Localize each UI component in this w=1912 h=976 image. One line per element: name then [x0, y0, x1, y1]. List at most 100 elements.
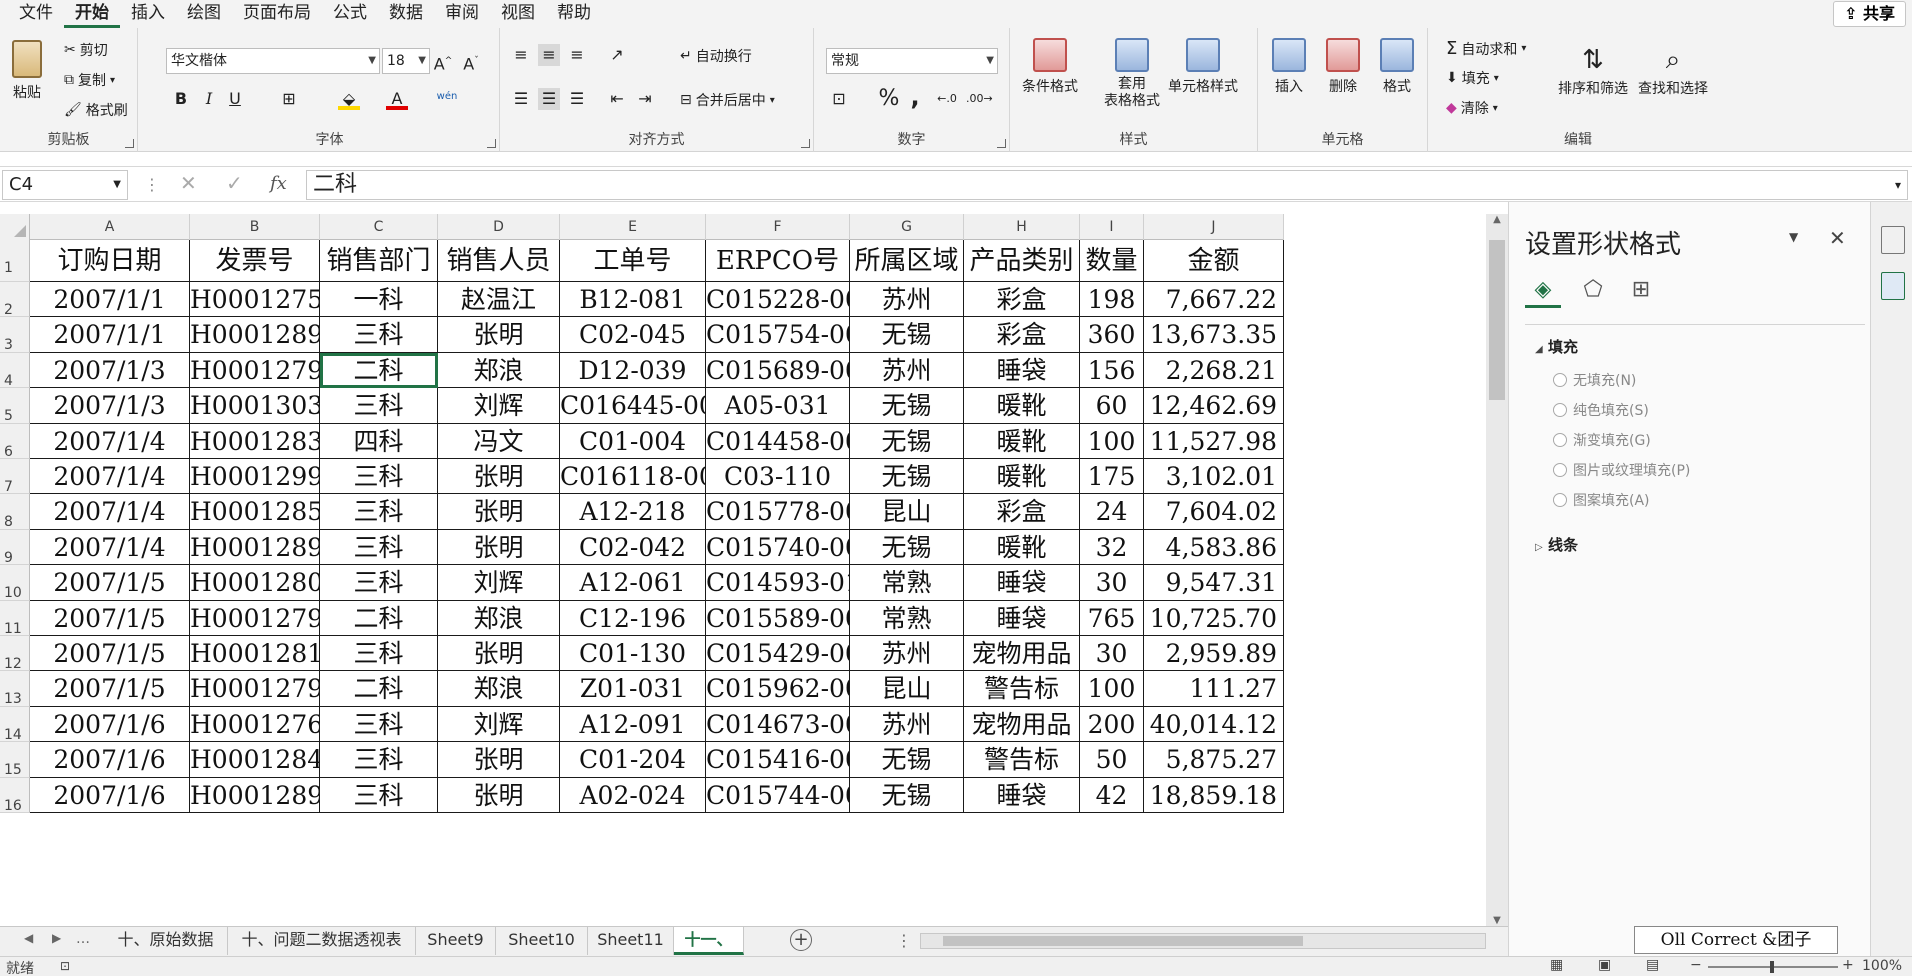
cell-styles-button[interactable]: 单元格样式 — [1168, 38, 1238, 96]
font-color-icon[interactable]: A — [386, 88, 408, 110]
table-cell[interactable]: H00012769 — [190, 706, 320, 743]
row-header[interactable]: 9 — [0, 529, 30, 566]
table-cell[interactable]: H00012845 — [190, 742, 320, 778]
table-cell[interactable]: 2007/1/6 — [30, 777, 190, 813]
table-cell[interactable]: 2,268.21 — [1144, 352, 1284, 389]
fill-option-3[interactable]: 图片或纹理填充(P) — [1553, 460, 1690, 480]
table-cell[interactable]: 刘辉 — [438, 565, 560, 601]
table-cell[interactable]: 13,673.35 — [1144, 317, 1284, 353]
table-cell[interactable]: 无锡 — [850, 388, 964, 424]
table-cell[interactable]: A05-031 — [706, 388, 850, 424]
table-cell[interactable]: 200 — [1080, 706, 1144, 743]
table-cell[interactable]: H00012792 — [190, 600, 320, 636]
table-cell[interactable]: 175 — [1080, 459, 1144, 495]
header-cell[interactable]: 金额 — [1144, 240, 1284, 282]
header-cell[interactable]: 工单号 — [560, 240, 706, 282]
row-header[interactable]: 13 — [0, 671, 30, 707]
row-header[interactable]: 16 — [0, 777, 30, 814]
table-cell[interactable]: C014593-010 — [706, 565, 850, 601]
table-cell[interactable]: 彩盒 — [964, 494, 1080, 530]
comma-button[interactable]: , — [904, 85, 926, 109]
orientation-icon[interactable]: ↗ — [606, 44, 628, 66]
horizontal-scroll-thumb[interactable] — [943, 936, 1303, 946]
table-cell[interactable]: 警告标 — [964, 742, 1080, 778]
table-cell[interactable]: C015416-001 — [706, 742, 850, 778]
table-cell[interactable]: C015429-001 — [706, 636, 850, 672]
worksheet-grid[interactable]: ABCDEFGHIJ 1 订购日期 发票号 销售部门 销售人员 工单号 ERPCO号 所属区域… — [0, 214, 1478, 926]
table-cell[interactable]: 2007/1/3 — [30, 352, 190, 389]
column-header-E[interactable]: E — [560, 214, 706, 240]
increase-font-icon[interactable]: A^ — [432, 50, 454, 73]
italic-button[interactable]: I — [198, 88, 220, 110]
header-cell[interactable]: 数量 — [1080, 240, 1144, 282]
table-cell[interactable]: C01-004 — [560, 423, 706, 459]
format-cells-button[interactable]: 格式 — [1380, 38, 1414, 96]
horizontal-scrollbar[interactable] — [920, 933, 1486, 949]
column-header-C[interactable]: C — [320, 214, 438, 240]
header-cell[interactable]: 销售人员 — [438, 240, 560, 282]
table-cell[interactable]: 苏州 — [850, 352, 964, 389]
table-cell[interactable]: 30 — [1080, 565, 1144, 601]
paint-brush-icon[interactable] — [1881, 272, 1905, 300]
table-cell[interactable]: 彩盒 — [964, 282, 1080, 318]
table-cell[interactable]: H00012859 — [190, 494, 320, 530]
conditional-format-button[interactable]: 条件格式 — [1022, 38, 1078, 96]
clipboard-launcher[interactable] — [125, 139, 134, 148]
table-cell[interactable]: C016118-003 — [560, 459, 706, 495]
fill-option-2[interactable]: 渐变填充(G) — [1553, 430, 1651, 450]
table-cell[interactable]: 张明 — [438, 742, 560, 778]
number-format-combo[interactable]: 常规 ▼ — [826, 48, 998, 74]
copy-button[interactable]: ⧉ 复制 ▾ — [64, 70, 115, 90]
row-header[interactable]: 8 — [0, 494, 30, 530]
table-cell[interactable]: 二科 — [320, 671, 438, 707]
table-cell[interactable]: 睡袋 — [964, 600, 1080, 636]
zoom-slider-thumb[interactable] — [1770, 961, 1774, 973]
fill-option-1[interactable]: 纯色填充(S) — [1553, 400, 1649, 420]
cancel-icon[interactable]: ✕ — [180, 171, 197, 195]
table-cell[interactable]: 三科 — [320, 494, 438, 530]
effects-tab-icon[interactable]: ⬠ — [1575, 272, 1611, 308]
table-cell[interactable]: 二科 — [320, 352, 438, 389]
table-cell[interactable]: 40,014.12 — [1144, 706, 1284, 743]
more-options-icon[interactable]: ⋮ — [144, 175, 160, 194]
header-cell[interactable]: 销售部门 — [320, 240, 438, 282]
table-cell[interactable]: 198 — [1080, 282, 1144, 318]
table-cell[interactable]: 警告标 — [964, 671, 1080, 707]
ribbon-tab-9[interactable]: 帮助 — [546, 0, 602, 28]
decrease-decimal-icon[interactable]: .00→ — [966, 88, 993, 110]
table-cell[interactable]: 三科 — [320, 777, 438, 813]
fill-color-icon[interactable]: ⬙ — [338, 88, 360, 110]
table-cell[interactable]: 156 — [1080, 352, 1144, 389]
table-cell[interactable]: 张明 — [438, 529, 560, 566]
table-cell[interactable]: 常熟 — [850, 565, 964, 601]
radio-icon[interactable] — [1553, 403, 1567, 417]
table-cell[interactable]: C02-045 — [560, 317, 706, 353]
table-cell[interactable]: 张明 — [438, 459, 560, 495]
font-size-combo[interactable]: 18 ▼ — [382, 48, 430, 74]
paste-button[interactable]: 粘贴 — [12, 40, 42, 102]
table-cell[interactable]: C015744-001 — [706, 777, 850, 813]
table-cell[interactable]: H00012892 — [190, 317, 320, 353]
sheet-tab-5[interactable]: 十一、 — [674, 927, 744, 955]
table-cell[interactable]: 三科 — [320, 459, 438, 495]
table-cell[interactable]: 睡袋 — [964, 565, 1080, 601]
table-cell[interactable]: 30 — [1080, 636, 1144, 672]
table-cell[interactable]: 一科 — [320, 282, 438, 318]
delete-cells-button[interactable]: 删除 — [1326, 38, 1360, 96]
table-cell[interactable]: 2007/1/6 — [30, 706, 190, 743]
sort-filter-button[interactable]: ⇅ 排序和筛选 — [1558, 42, 1628, 98]
table-cell[interactable]: 3,102.01 — [1144, 459, 1284, 495]
name-box[interactable]: C4 ▼ — [2, 170, 128, 200]
table-cell[interactable]: 2007/1/5 — [30, 636, 190, 672]
fill-option-4[interactable]: 图案填充(A) — [1553, 490, 1650, 510]
radio-icon[interactable] — [1553, 373, 1567, 387]
table-cell[interactable]: A02-024 — [560, 777, 706, 813]
row-header[interactable]: 7 — [0, 459, 30, 495]
table-cell[interactable]: 郑浪 — [438, 671, 560, 707]
table-cell[interactable]: 10,725.70 — [1144, 600, 1284, 636]
table-cell[interactable]: 2007/1/1 — [30, 282, 190, 318]
page-layout-icon[interactable]: ▣ — [1598, 957, 1611, 973]
percent-button[interactable]: % — [878, 88, 900, 110]
table-cell[interactable]: 无锡 — [850, 423, 964, 459]
sheet-tab-3[interactable]: Sheet10 — [496, 927, 588, 955]
